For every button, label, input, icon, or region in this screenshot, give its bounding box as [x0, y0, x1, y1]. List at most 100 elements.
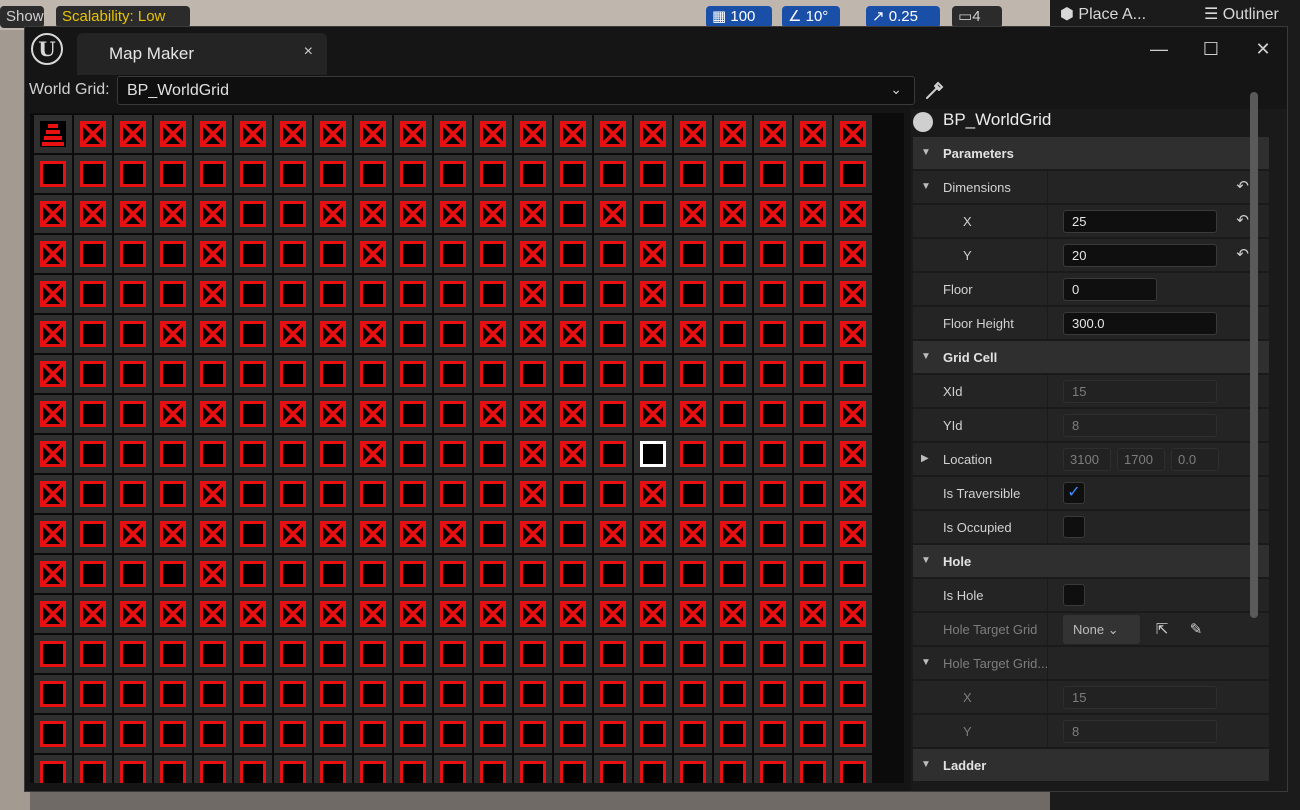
grid-cell[interactable]	[594, 355, 632, 393]
grid-cell[interactable]	[314, 635, 352, 673]
grid-cell[interactable]	[194, 355, 232, 393]
grid-cell[interactable]	[714, 315, 752, 353]
grid-cell[interactable]	[234, 675, 272, 713]
world-grid-dropdown[interactable]: BP_WorldGrid ⌄	[117, 76, 915, 105]
grid-cell[interactable]	[194, 475, 232, 513]
grid-cell[interactable]	[314, 355, 352, 393]
grid-cell[interactable]	[674, 475, 712, 513]
grid-cell[interactable]	[474, 435, 512, 473]
grid-cell[interactable]	[554, 675, 592, 713]
grid-cell[interactable]	[74, 275, 112, 313]
grid-cell[interactable]	[154, 675, 192, 713]
eyedropper-icon[interactable]: ✎	[1185, 619, 1207, 641]
grid-cell[interactable]	[714, 755, 752, 783]
grid-cell[interactable]	[554, 195, 592, 233]
grid-cell[interactable]	[794, 675, 832, 713]
grid-cell[interactable]	[594, 315, 632, 353]
grid-cell[interactable]	[434, 675, 472, 713]
minimize-button[interactable]: —	[1139, 35, 1179, 63]
grid-cell[interactable]	[714, 115, 752, 153]
grid-cell[interactable]	[754, 195, 792, 233]
grid-cell[interactable]	[474, 155, 512, 193]
grid-cell[interactable]	[594, 675, 632, 713]
dimensions-x-input[interactable]: 25	[1063, 210, 1217, 233]
property-dimensions[interactable]: ▼ Dimensions ↶	[913, 171, 1269, 204]
property-dimensions-y[interactable]: Y 20 ↶	[913, 239, 1269, 272]
grid-snap-button[interactable]: ▦ 100	[706, 6, 772, 28]
maximize-button[interactable]: ☐	[1191, 35, 1231, 63]
grid-cell[interactable]	[394, 275, 432, 313]
expand-arrow-icon[interactable]: ▶	[921, 453, 929, 464]
grid-cell[interactable]	[114, 395, 152, 433]
grid-cell[interactable]	[234, 515, 272, 553]
grid-cell[interactable]	[514, 155, 552, 193]
grid-cell[interactable]	[834, 195, 872, 233]
grid-cell[interactable]	[634, 595, 672, 633]
grid-cell[interactable]	[194, 595, 232, 633]
category-parameters[interactable]: ▼ Parameters	[913, 137, 1269, 170]
grid-cell[interactable]	[34, 475, 72, 513]
grid-cell[interactable]	[594, 395, 632, 433]
grid-cell[interactable]	[314, 555, 352, 593]
grid-cell[interactable]	[154, 755, 192, 783]
grid-cell[interactable]	[74, 755, 112, 783]
grid-cell[interactable]	[314, 195, 352, 233]
grid-cell[interactable]	[834, 595, 872, 633]
grid-cell[interactable]	[114, 115, 152, 153]
grid-cell[interactable]	[434, 115, 472, 153]
grid-cell[interactable]	[354, 515, 392, 553]
grid-cell[interactable]	[314, 115, 352, 153]
grid-cell[interactable]	[314, 675, 352, 713]
grid-cell[interactable]	[514, 555, 552, 593]
grid-cell[interactable]	[674, 435, 712, 473]
grid-cell[interactable]	[394, 315, 432, 353]
grid-cell[interactable]	[474, 275, 512, 313]
close-button[interactable]: ✕	[1243, 35, 1283, 63]
grid-cell[interactable]	[674, 195, 712, 233]
grid-cell[interactable]	[154, 195, 192, 233]
grid-cell[interactable]	[74, 715, 112, 753]
grid-cell[interactable]	[234, 275, 272, 313]
property-hole-target-y[interactable]: Y 8	[913, 715, 1269, 748]
grid-cell[interactable]	[714, 595, 752, 633]
grid-cell[interactable]	[154, 235, 192, 273]
grid-cell[interactable]	[474, 395, 512, 433]
grid-cell[interactable]	[154, 555, 192, 593]
grid-cell[interactable]	[714, 715, 752, 753]
grid-cell[interactable]	[754, 315, 792, 353]
grid-cell[interactable]	[314, 275, 352, 313]
grid-cell[interactable]	[314, 435, 352, 473]
grid-cell[interactable]	[114, 235, 152, 273]
grid-cell[interactable]	[434, 755, 472, 783]
grid-cell[interactable]	[194, 275, 232, 313]
is-hole-checkbox[interactable]	[1063, 584, 1085, 606]
grid-cell[interactable]	[394, 235, 432, 273]
grid-cell[interactable]	[754, 755, 792, 783]
grid-cell[interactable]	[234, 115, 272, 153]
grid-cell[interactable]	[474, 555, 512, 593]
tab-map-maker[interactable]: Map Maker ×	[77, 33, 327, 75]
grid-cell[interactable]	[634, 555, 672, 593]
grid-cell[interactable]	[794, 555, 832, 593]
grid-cell[interactable]	[474, 635, 512, 673]
grid-cell[interactable]	[754, 555, 792, 593]
grid-cell[interactable]	[274, 635, 312, 673]
grid-cell[interactable]	[794, 155, 832, 193]
grid-cell[interactable]	[794, 315, 832, 353]
grid-cell[interactable]	[834, 395, 872, 433]
grid-cell[interactable]	[154, 395, 192, 433]
grid-cell[interactable]	[754, 435, 792, 473]
grid-cell[interactable]	[514, 315, 552, 353]
property-dimensions-x[interactable]: X 25 ↶	[913, 205, 1269, 238]
grid-cell[interactable]	[154, 595, 192, 633]
grid-cell[interactable]	[674, 355, 712, 393]
grid-cell[interactable]	[114, 195, 152, 233]
grid-cell[interactable]	[674, 155, 712, 193]
grid-cell[interactable]	[634, 115, 672, 153]
select-actor-icon[interactable]: ⇱	[1151, 619, 1173, 641]
grid-cell[interactable]	[74, 355, 112, 393]
grid-cell[interactable]	[474, 475, 512, 513]
grid-cell[interactable]	[154, 275, 192, 313]
grid-cell[interactable]	[834, 235, 872, 273]
grid-cell[interactable]	[274, 275, 312, 313]
